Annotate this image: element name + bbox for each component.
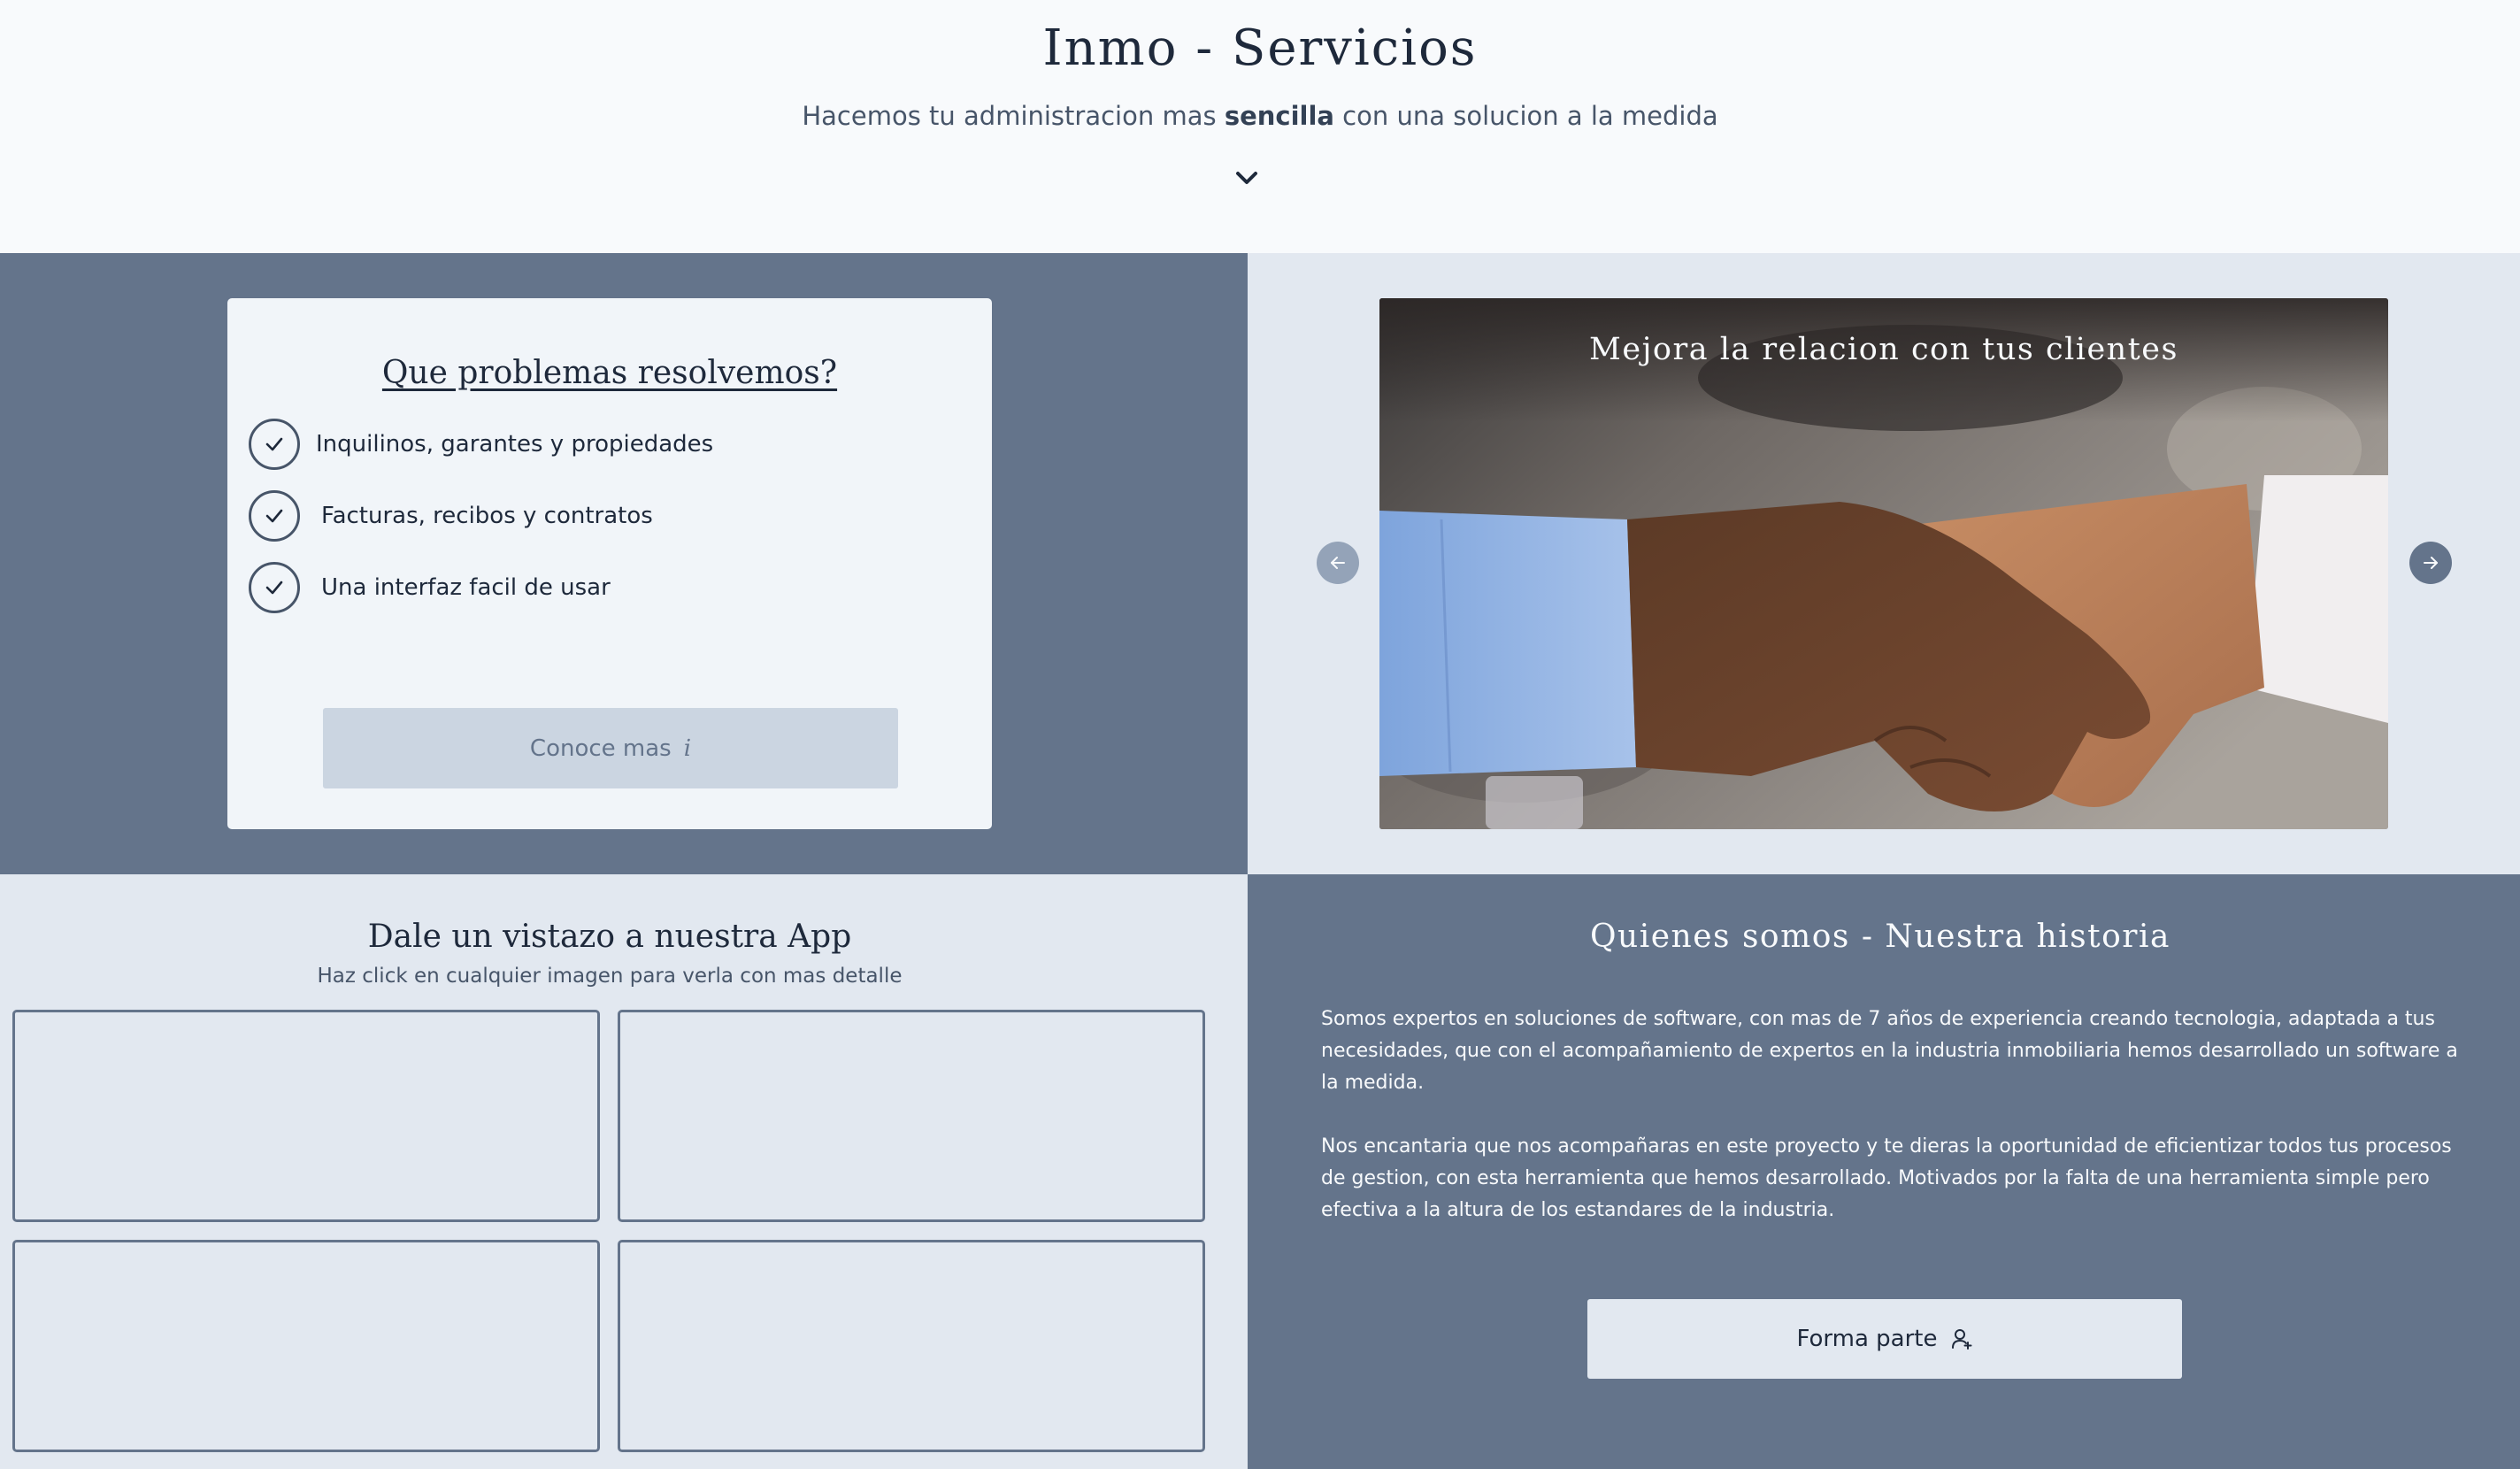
problem-item: Una interfaz facil de usar bbox=[249, 562, 713, 613]
carousel-next-button[interactable] bbox=[2409, 542, 2452, 584]
handshake-photo bbox=[1379, 298, 2388, 829]
arrow-right-icon bbox=[2424, 557, 2438, 569]
problems-title: Que problemas resolvemos? bbox=[381, 355, 838, 391]
info-icon: i bbox=[683, 734, 692, 762]
join-label: Forma parte bbox=[1796, 1326, 1938, 1352]
learn-more-label: Conoce mas bbox=[529, 734, 672, 762]
problem-item: Inquilinos, garantes y propiedades bbox=[249, 419, 713, 470]
app-title: Dale un vistazo a nuestra App bbox=[367, 919, 852, 955]
problem-label: Inquilinos, garantes y propiedades bbox=[316, 431, 714, 458]
app-thumbnail[interactable] bbox=[618, 1240, 1205, 1452]
app-thumbnail[interactable] bbox=[12, 1240, 600, 1452]
about-title: Quienes somos - Nuestra historia bbox=[1590, 919, 2170, 955]
carousel-section: Mejora la relacion con tus clientes bbox=[1248, 253, 2520, 874]
problems-card: Que problemas resolvemos? Inquilinos, ga… bbox=[227, 298, 992, 829]
carousel-prev-button[interactable] bbox=[1317, 542, 1359, 584]
problem-label: Una interfaz facil de usar bbox=[321, 574, 611, 601]
about-paragraph: Somos expertos en soluciones de software… bbox=[1321, 1008, 2458, 1094]
problem-label: Facturas, recibos y contratos bbox=[321, 503, 653, 529]
problem-item: Facturas, recibos y contratos bbox=[249, 490, 713, 542]
app-section: Dale un vistazo a nuestra App Haz click … bbox=[0, 874, 1248, 1469]
hero-subtitle-end: con una solucion a la medida bbox=[1333, 101, 1718, 131]
hero-header: Inmo - Servicios Hacemos tu administraci… bbox=[0, 0, 2520, 253]
carousel-caption: Mejora la relacion con tus clientes bbox=[1589, 332, 2178, 367]
chevron-down-icon[interactable] bbox=[1233, 165, 1260, 191]
arrow-left-icon bbox=[1331, 557, 1345, 569]
hero-subtitle-start: Hacemos tu administracion mas bbox=[802, 101, 1225, 131]
carousel-slide[interactable]: Mejora la relacion con tus clientes bbox=[1379, 298, 2388, 829]
hero-subtitle-bold: sencilla bbox=[1224, 101, 1334, 131]
page-title: Inmo - Servicios bbox=[1042, 19, 1478, 77]
app-thumbnail[interactable] bbox=[618, 1010, 1205, 1222]
about-paragraph: Nos encantaria que nos acompañaras en es… bbox=[1321, 1135, 2452, 1221]
problems-section: Que problemas resolvemos? Inquilinos, ga… bbox=[0, 253, 1248, 874]
app-subtitle: Haz click en cualquier imagen para verla… bbox=[317, 965, 903, 988]
hero-subtitle: Hacemos tu administracion mas sencilla c… bbox=[0, 101, 2520, 131]
check-circle-icon bbox=[249, 562, 300, 613]
check-circle-icon bbox=[249, 490, 300, 542]
app-thumbnail[interactable] bbox=[12, 1010, 600, 1222]
join-button[interactable]: Forma parte bbox=[1587, 1299, 2182, 1379]
learn-more-button[interactable]: Conoce mas i bbox=[323, 708, 898, 788]
about-section: Quienes somos - Nuestra historia Somos e… bbox=[1248, 874, 2520, 1469]
problems-list: Inquilinos, garantes y propiedades Factu… bbox=[249, 419, 713, 634]
user-plus-icon bbox=[1951, 1329, 1971, 1350]
check-circle-icon bbox=[249, 419, 300, 470]
